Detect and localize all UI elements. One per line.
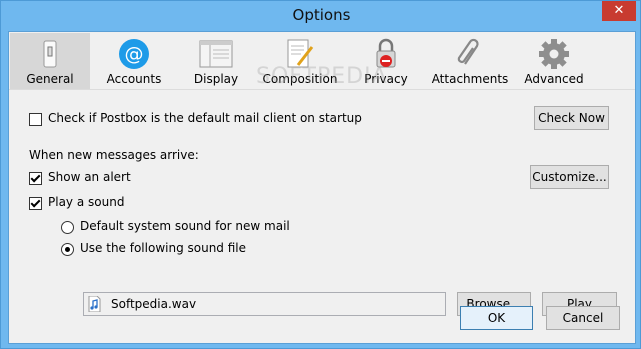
- ok-button[interactable]: OK: [460, 306, 533, 330]
- new-messages-heading: When new messages arrive:: [29, 148, 199, 162]
- play-sound-label: Play a sound: [48, 195, 125, 209]
- options-toolbar: General @ Accounts Display Composition P…: [9, 32, 635, 90]
- default-client-checkbox[interactable]: [29, 113, 42, 126]
- sound-file-name: Softpedia.wav: [111, 297, 197, 311]
- tab-general-label: General: [26, 72, 74, 86]
- dialog-client-area: General @ Accounts Display Composition P…: [8, 31, 636, 344]
- tab-advanced-label: Advanced: [524, 72, 584, 86]
- default-sound-radio[interactable]: [61, 221, 74, 234]
- tab-composition[interactable]: Composition: [260, 33, 340, 89]
- tab-privacy[interactable]: Privacy: [346, 33, 426, 89]
- show-alert-checkbox[interactable]: [29, 172, 42, 185]
- window-title: Options: [292, 6, 351, 24]
- play-sound-checkbox[interactable]: [29, 197, 42, 210]
- title-bar[interactable]: Options ✕: [1, 1, 641, 31]
- window-layout-icon: [199, 40, 233, 68]
- general-panel: Check if Postbox is the default mail cli…: [25, 98, 621, 334]
- tab-attachments-label: Attachments: [431, 72, 509, 86]
- tab-display-label: Display: [193, 72, 239, 86]
- switch-icon: [43, 40, 57, 68]
- tab-accounts-label: Accounts: [106, 72, 162, 86]
- lock-icon: [376, 38, 396, 68]
- at-sign-icon: @: [119, 39, 149, 69]
- tab-display[interactable]: Display: [176, 33, 256, 89]
- customize-button[interactable]: Customize...: [530, 165, 609, 189]
- use-sound-file-radio[interactable]: [61, 243, 74, 256]
- tab-attachments[interactable]: Attachments: [430, 33, 510, 89]
- audio-file-icon: [88, 296, 101, 312]
- default-sound-label: Default system sound for new mail: [80, 219, 290, 233]
- check-now-button[interactable]: Check Now: [534, 106, 609, 130]
- options-window: Options ✕ General @ Accounts Display Com…: [0, 0, 641, 349]
- tab-advanced[interactable]: Advanced: [514, 33, 594, 89]
- tab-composition-label: Composition: [262, 72, 338, 86]
- tab-general[interactable]: General: [10, 33, 90, 89]
- tab-accounts[interactable]: @ Accounts: [94, 33, 174, 89]
- gear-icon: [539, 39, 569, 69]
- pen-paper-icon: [287, 39, 314, 68]
- show-alert-label: Show an alert: [48, 170, 131, 184]
- cancel-button[interactable]: Cancel: [546, 306, 620, 330]
- tab-privacy-label: Privacy: [364, 72, 408, 86]
- sound-file-field[interactable]: Softpedia.wav: [83, 292, 446, 316]
- close-button[interactable]: ✕: [602, 1, 636, 21]
- paperclip-icon: [457, 38, 479, 65]
- svg-text:@: @: [125, 43, 144, 65]
- default-client-label: Check if Postbox is the default mail cli…: [48, 111, 362, 125]
- use-sound-file-label: Use the following sound file: [80, 241, 247, 255]
